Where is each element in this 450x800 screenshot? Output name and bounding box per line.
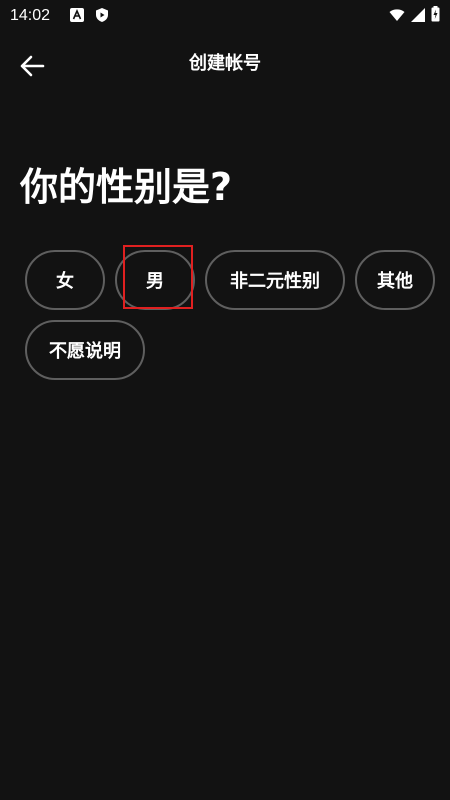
gender-options: 女 男 非二元性别 其他 不愿说明 bbox=[0, 0, 450, 800]
battery-charging-icon bbox=[431, 6, 440, 26]
signal-icon bbox=[411, 7, 425, 26]
status-right-icons bbox=[389, 6, 440, 26]
question-heading: 你的性别是? bbox=[20, 165, 233, 209]
option-non-binary-button[interactable]: 非二元性别 bbox=[205, 250, 345, 310]
font-app-icon bbox=[70, 8, 84, 22]
option-female-button[interactable]: 女 bbox=[25, 250, 105, 310]
app-header: 创建帐号 bbox=[0, 40, 450, 90]
shield-play-icon bbox=[95, 8, 109, 22]
wifi-icon bbox=[389, 7, 405, 26]
option-prefer-not-to-say-button[interactable]: 不愿说明 bbox=[25, 320, 145, 380]
option-other-button[interactable]: 其他 bbox=[355, 250, 435, 310]
option-male-button[interactable]: 男 bbox=[115, 250, 195, 310]
page-title: 创建帐号 bbox=[189, 53, 261, 74]
status-bar: 14:02 bbox=[0, 0, 450, 34]
status-time: 14:02 bbox=[10, 7, 51, 24]
